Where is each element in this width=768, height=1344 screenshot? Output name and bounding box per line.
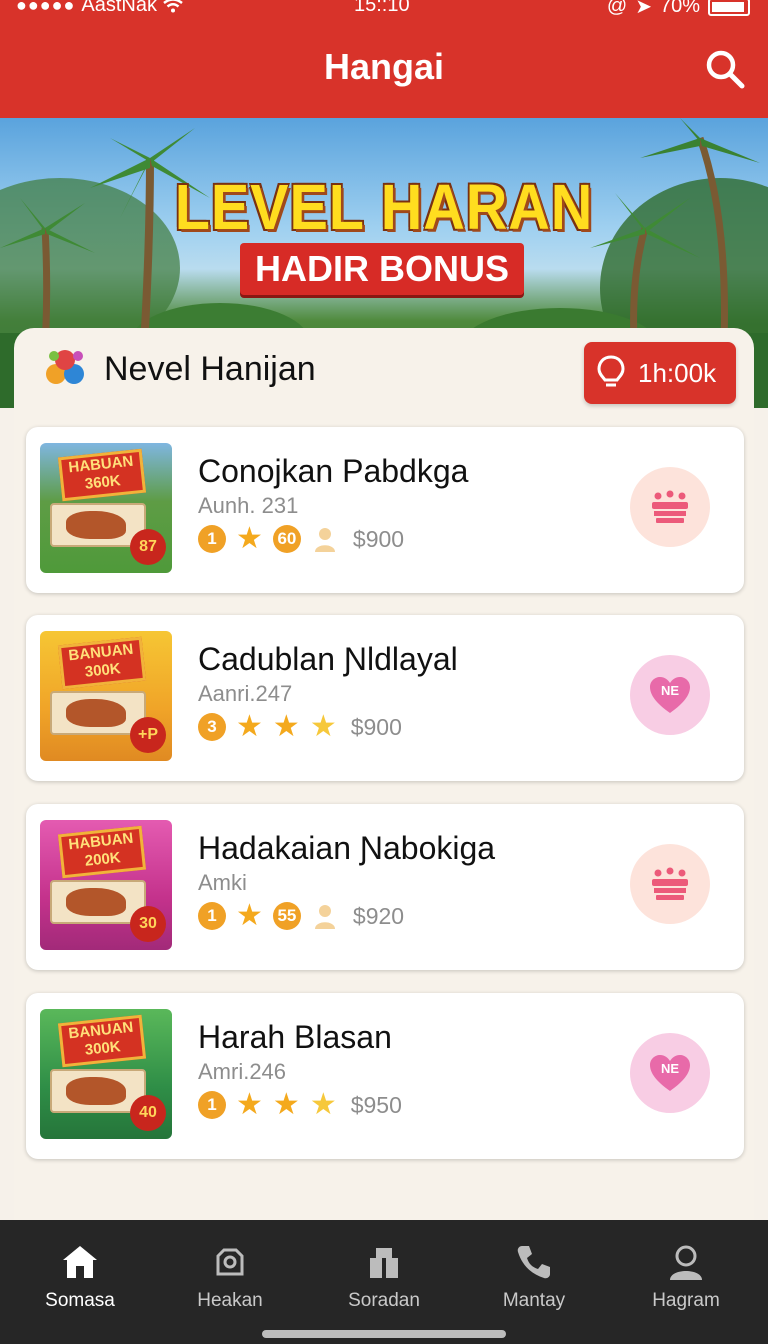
nav-item-soradan[interactable]: Soradan — [324, 1242, 444, 1312]
home-icon — [63, 1246, 97, 1278]
cake-icon — [652, 490, 688, 523]
banner-subline: HADIR BONUS — [240, 243, 524, 295]
item-meta: 3 ★ ★ ★ $900 — [198, 711, 402, 743]
section-title: Nevel Hanijan — [104, 349, 316, 388]
item-subtitle: Amri.246 — [198, 1059, 287, 1084]
user-icon — [670, 1245, 702, 1280]
item-title: Conojkan Pabdkga — [198, 453, 469, 489]
search-button[interactable] — [702, 46, 748, 92]
status-bar: ●●●●● AastNak 15::10 @ ➤ 70% — [0, 0, 768, 22]
item-meta: 1 ★ 55 $920 — [198, 900, 404, 932]
svg-text:NE: NE — [661, 683, 679, 698]
item-subtitle: Aanri.247 — [198, 681, 293, 706]
bulb-icon — [597, 355, 625, 387]
star-icon: ★ — [236, 1088, 263, 1121]
item-meta: 1 ★ 60 $900 — [198, 523, 404, 555]
nav-item-heakan[interactable]: Heakan — [170, 1242, 290, 1312]
nav-item-home[interactable]: Somasa — [20, 1242, 140, 1312]
medal-icon: 55 — [272, 902, 301, 930]
camera-icon — [216, 1248, 244, 1276]
nav-label: Heakan — [197, 1290, 263, 1311]
thumbnail-badge: 87 — [130, 529, 166, 565]
status-time: 15::10 — [354, 0, 410, 16]
item-thumbnail: HABUAN 200K 30 — [40, 820, 172, 950]
item-price: $950 — [350, 1091, 402, 1118]
nav-label: Somasa — [45, 1290, 115, 1311]
item-price: $920 — [352, 902, 405, 929]
user-icon — [314, 905, 335, 929]
section-header: Nevel Hanijan — [40, 344, 316, 394]
heart-button[interactable]: NE — [630, 655, 710, 735]
status-left: ●●●●● AastNak — [16, 0, 183, 17]
timer-label: 1h:00k — [638, 357, 717, 388]
banner-headline: LEVEL HARAN — [174, 171, 594, 243]
battery-percent: 70% — [659, 0, 700, 17]
nav-item-mantay[interactable]: Mantay — [474, 1242, 594, 1312]
store-icon — [370, 1248, 398, 1278]
list-item[interactable]: HABUAN 360K 87 Conojkan Pabdkga Aunh. 23… — [26, 427, 744, 593]
item-title: Hadakaian Ɲabokiga — [198, 830, 496, 866]
nav-label: Mantay — [502, 1290, 566, 1311]
star-icon: ★ — [309, 710, 337, 743]
timer-button[interactable]: 1h:00k — [584, 342, 736, 404]
item-thumbnail: BANUAN 300K 40 — [40, 1009, 172, 1139]
item-subtitle: Amki — [198, 870, 247, 895]
list-item[interactable]: BANUAN 300K 40 Harah Blasan Amri.246 1 ★… — [26, 993, 744, 1159]
user-icon — [314, 528, 335, 552]
heart-icon: NE — [650, 677, 690, 713]
battery-icon — [708, 0, 750, 16]
thumbnail-tag: HABUAN 360K — [57, 448, 147, 502]
thumbnail-badge: 30 — [130, 906, 166, 942]
heart-icon: NE — [650, 1055, 690, 1091]
location-icon: ➤ — [635, 0, 652, 18]
thumbnail-badge: +P — [130, 717, 166, 753]
rank-badge: 3 — [198, 713, 226, 741]
item-title: Harah Blasan — [198, 1019, 392, 1055]
thumbnail-tag: BANUAN 300K — [57, 636, 147, 690]
page-title: Hangai — [323, 46, 445, 87]
status-right: @ ➤ 70% — [607, 0, 750, 19]
item-meta: 1 ★ ★ ★ $950 — [198, 1089, 402, 1121]
thumbnail-tag: BANUAN 300K — [57, 1014, 147, 1068]
nav-item-hagram[interactable]: Hagram — [626, 1242, 746, 1312]
thumbnail-tag: HABUAN 200K — [57, 825, 147, 879]
game-balls-icon — [46, 350, 84, 384]
svg-text:NE: NE — [661, 1061, 679, 1076]
carrier-name: AastNak — [81, 0, 157, 16]
star-icon: ★ — [236, 899, 263, 932]
star-icon: ★ — [272, 1088, 300, 1121]
wifi-icon — [163, 0, 183, 12]
item-thumbnail: BANUAN 300K +P — [40, 631, 172, 761]
item-title: Cadublan Ɲldlayal — [198, 641, 458, 677]
item-price: $900 — [350, 713, 402, 740]
star-icon: ★ — [236, 710, 263, 743]
bottom-nav: Somasa Heakan Soradan Mantay Hagram — [0, 1220, 768, 1344]
app-header: ●●●●● AastNak 15::10 @ ➤ 70% Hangai — [0, 0, 768, 118]
home-indicator[interactable] — [262, 1330, 506, 1338]
thumbnail-badge: 40 — [130, 1095, 166, 1131]
heart-button[interactable]: NE — [630, 1033, 710, 1113]
item-subtitle: Aunh. 231 — [198, 493, 299, 518]
rank-badge: 1 — [198, 525, 226, 553]
phone-icon — [517, 1246, 550, 1279]
signal-icon: ●●●●● — [16, 0, 76, 15]
star-icon: ★ — [236, 522, 263, 555]
cake-button[interactable] — [630, 467, 710, 547]
list-item[interactable]: BANUAN 300K +P Cadublan Ɲldlayal Aanri.2… — [26, 615, 744, 781]
cake-icon — [652, 867, 688, 900]
nav-label: Soradan — [348, 1290, 420, 1311]
rank-badge: 1 — [198, 1091, 226, 1119]
nav-label: Hagram — [652, 1290, 720, 1311]
item-price: $900 — [352, 525, 405, 552]
alarm-icon: @ — [606, 0, 628, 17]
star-icon: ★ — [309, 1088, 337, 1121]
search-icon — [706, 50, 745, 89]
item-thumbnail: HABUAN 360K 87 — [40, 443, 172, 573]
cake-button[interactable] — [630, 844, 710, 924]
rank-badge: 1 — [198, 902, 226, 930]
list-item[interactable]: HABUAN 200K 30 Hadakaian Ɲabokiga Amki 1… — [26, 804, 744, 970]
star-icon: ★ — [272, 710, 300, 743]
medal-icon: 60 — [272, 525, 301, 553]
